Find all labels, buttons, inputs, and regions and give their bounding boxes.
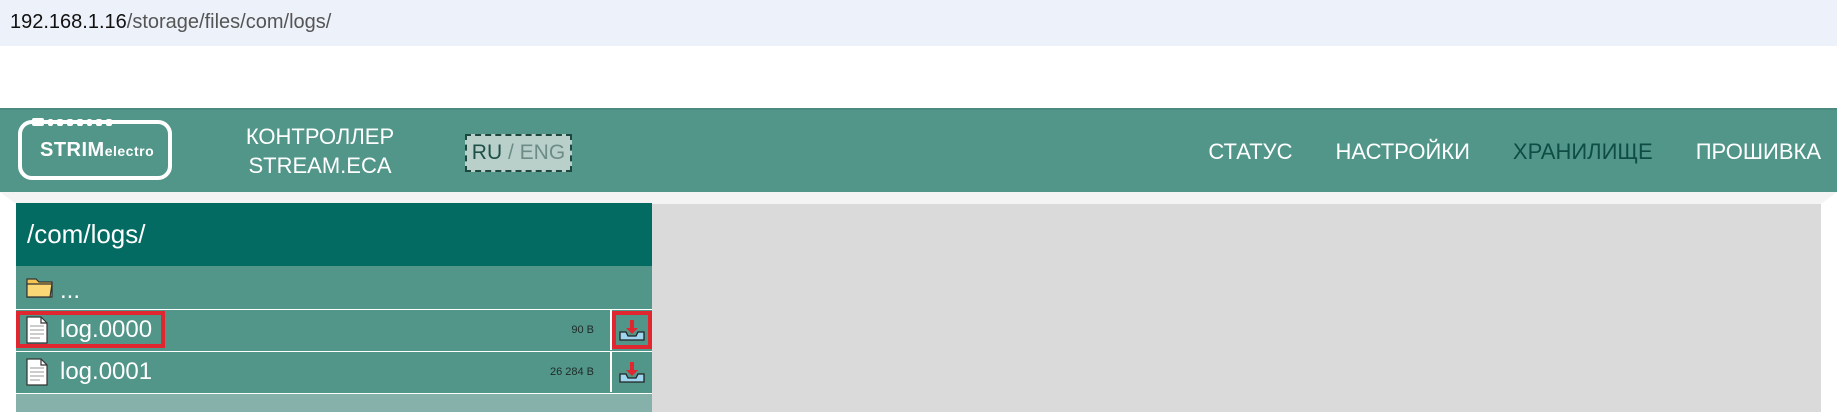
- address-bar[interactable]: 192.168.1.16/storage/files/com/logs/: [0, 0, 1837, 46]
- file-name[interactable]: log.0001: [60, 352, 152, 392]
- file-row[interactable]: log.0000 90 B: [16, 309, 652, 350]
- parent-folder-row[interactable]: ...: [16, 266, 652, 311]
- url-path: /storage/files/com/logs/: [126, 11, 332, 33]
- logo-brand: STRIMelectro: [40, 139, 155, 161]
- file-icon: [26, 358, 48, 391]
- file-size: 26 284 B: [549, 366, 594, 378]
- empty-row: [16, 393, 652, 412]
- lang-eng[interactable]: ENG: [520, 141, 566, 164]
- title-line-2: STREAM.ECA: [248, 153, 392, 178]
- lang-ru[interactable]: RU: [472, 141, 502, 164]
- strim-logo[interactable]: STRIMelectro: [18, 117, 172, 180]
- controller-title: КОНТРОЛЛЕР STREAM.ECA: [222, 122, 418, 180]
- file-size: 90 B: [571, 324, 594, 336]
- download-button[interactable]: [612, 352, 652, 392]
- download-icon: [619, 362, 645, 383]
- title-line-1: КОНТРОЛЛЕР: [245, 124, 395, 149]
- parent-folder-label: ...: [60, 277, 81, 304]
- file-name[interactable]: log.0000: [60, 310, 152, 350]
- url-host: 192.168.1.16: [10, 11, 127, 33]
- language-switch[interactable]: RU / ENG: [465, 134, 572, 172]
- download-button[interactable]: [612, 310, 652, 350]
- plug-icon: [32, 117, 113, 127]
- download-icon: [619, 320, 645, 341]
- file-row[interactable]: log.0001 26 284 B: [16, 351, 652, 392]
- current-path: /com/logs/: [16, 203, 652, 266]
- file-icon: [26, 316, 48, 349]
- main-nav: СТАТУС НАСТРОЙКИ ХРАНИЛИЩЕ ПРОШИВКА: [1165, 110, 1837, 194]
- blank-area: [0, 46, 1837, 108]
- folder-icon: [26, 276, 54, 303]
- lang-separator: /: [507, 141, 514, 164]
- app-header: STRIMelectro КОНТРОЛЛЕР STREAM.ECA RU / …: [0, 108, 1837, 192]
- nav-status[interactable]: СТАТУС: [1208, 139, 1292, 165]
- nav-storage[interactable]: ХРАНИЛИЩЕ: [1513, 139, 1653, 165]
- nav-firmware[interactable]: ПРОШИВКА: [1696, 139, 1821, 165]
- nav-settings[interactable]: НАСТРОЙКИ: [1336, 139, 1470, 165]
